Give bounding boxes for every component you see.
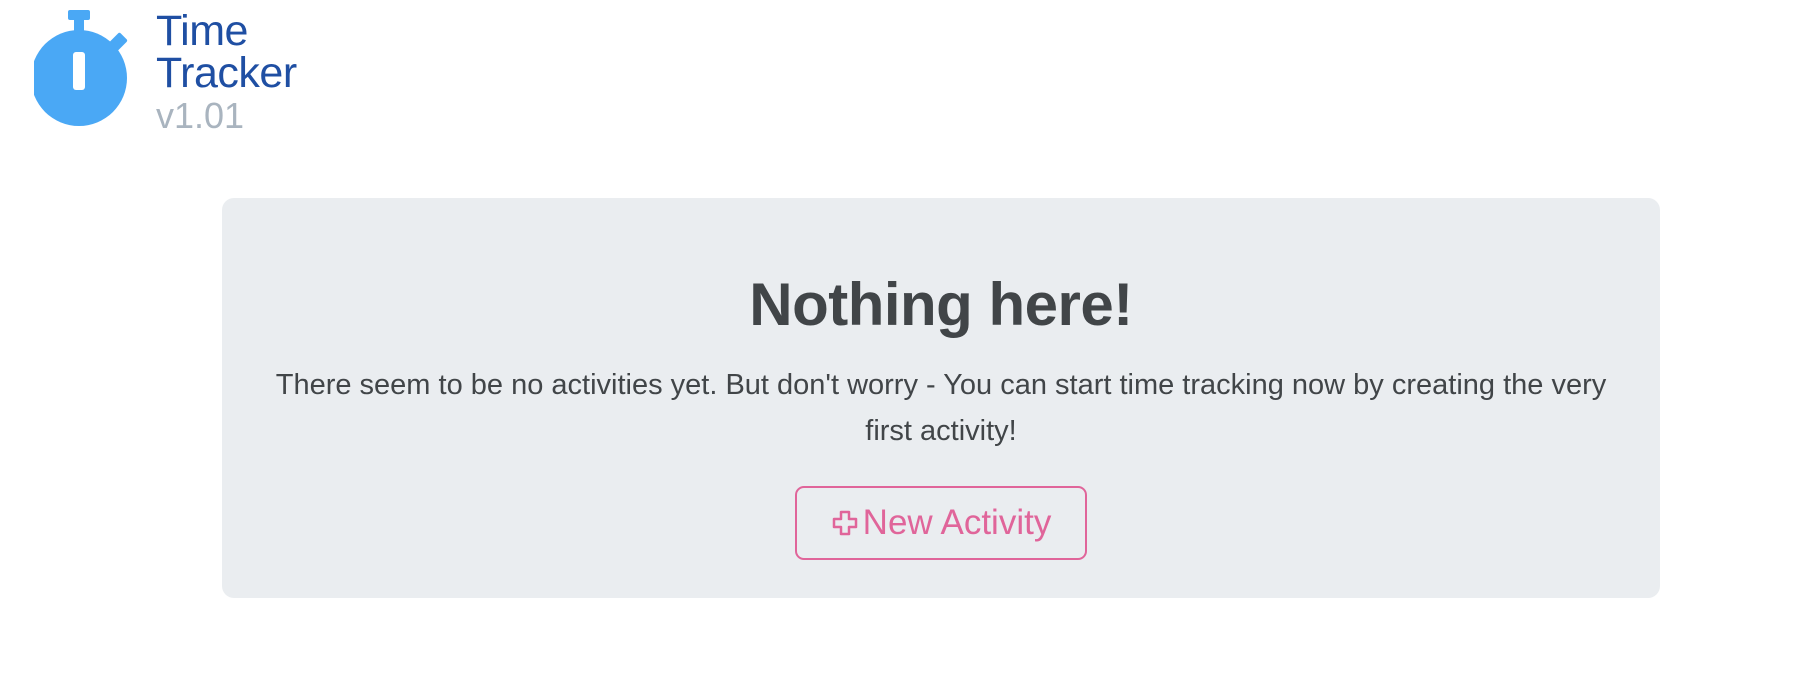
new-activity-button[interactable]: New Activity — [795, 486, 1087, 560]
app-header: Time Tracker v1.01 — [34, 10, 297, 136]
app-title-line-1: Time — [156, 7, 248, 55]
app-version: v1.01 — [156, 95, 245, 136]
new-activity-label: New Activity — [862, 503, 1052, 542]
empty-state-title: Nothing here! — [749, 271, 1133, 338]
empty-state-panel: Nothing here! There seem to be no activi… — [222, 198, 1660, 598]
plus-icon — [832, 510, 857, 536]
stopwatch-icon — [34, 10, 128, 126]
empty-state-message: There seem to be no activities yet. But … — [275, 369, 1607, 447]
brand: Time Tracker v1.01 — [156, 10, 297, 136]
app-title-line-2: Tracker — [156, 49, 297, 97]
